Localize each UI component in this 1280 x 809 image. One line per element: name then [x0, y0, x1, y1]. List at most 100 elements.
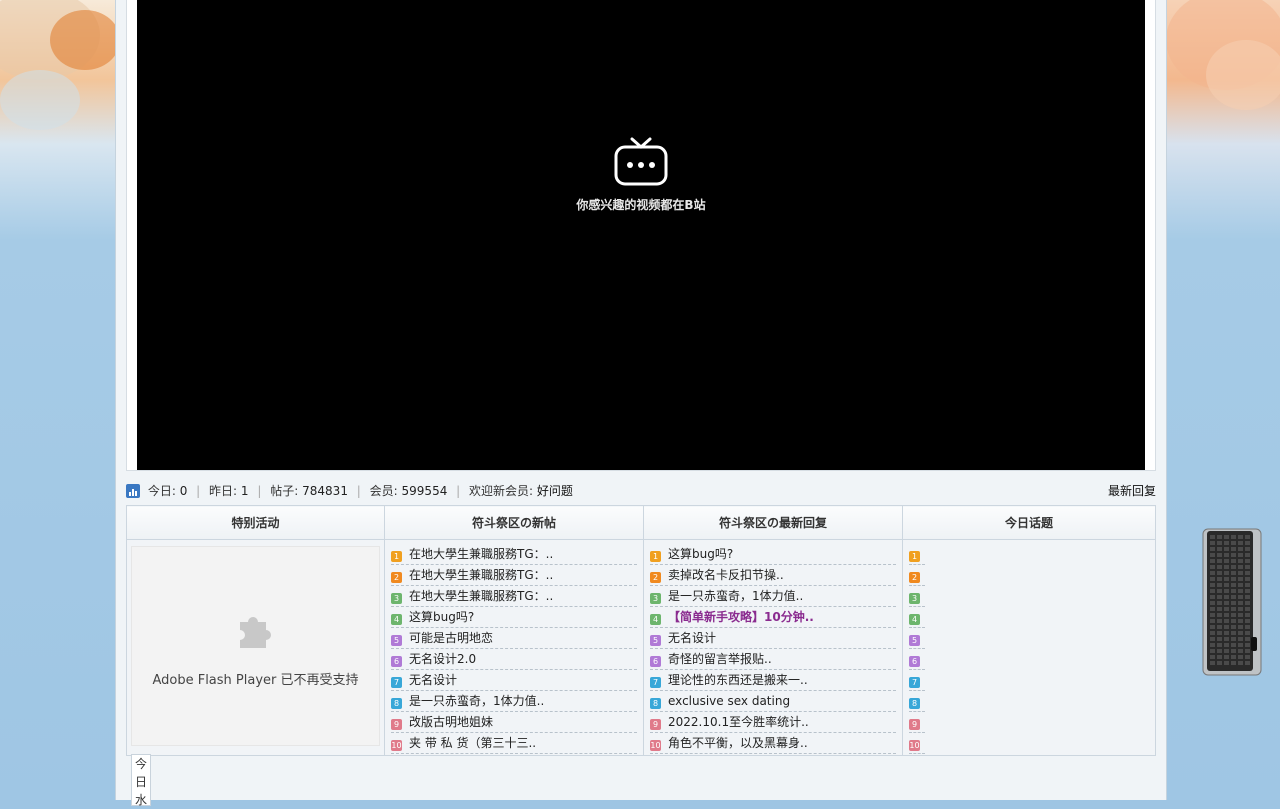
keyboard-key: [1231, 577, 1236, 581]
rank-number-icon: 1: [909, 551, 920, 562]
keyboard-key: [1224, 637, 1229, 641]
latest-reply-item[interactable]: 1 这算bug吗?: [650, 545, 896, 565]
latest-reply-item[interactable]: 9 2022.10.1至今胜率统计..: [650, 713, 896, 733]
latest-reply-item[interactable]: 7 理论性的东西还是搬来一..: [650, 671, 896, 691]
keyboard-key: [1245, 571, 1250, 575]
latest-reply-link[interactable]: 卖掉改名卡反扣节操..: [668, 568, 784, 582]
keyboard-key: [1231, 553, 1236, 557]
keyboard-key: [1210, 619, 1215, 623]
today-water-box: 今日水: [131, 754, 151, 807]
new-post-link[interactable]: 可能是古明地恋: [409, 631, 493, 645]
keyboard-key: [1217, 577, 1222, 581]
keyboard-key: [1210, 535, 1215, 539]
rank-number-icon: 5: [909, 635, 920, 646]
new-post-item[interactable]: 8 是一只赤蛮奇，1体力值..: [391, 692, 637, 712]
latest-reply-item[interactable]: 8 exclusive sex dating: [650, 692, 896, 712]
today-topic-item: 4: [909, 608, 925, 628]
keyboard-key: [1217, 613, 1222, 617]
keyboard-key: [1210, 613, 1215, 617]
keyboard-key: [1217, 541, 1222, 545]
keyboard-key: [1224, 595, 1229, 599]
keyboard-key: [1238, 661, 1243, 665]
new-post-item[interactable]: 5 可能是古明地恋: [391, 629, 637, 649]
new-post-item[interactable]: 10 夹 带 私 货（第三十三..: [391, 734, 637, 754]
latest-reply-item[interactable]: 4 【简单新手攻略】10分钟..: [650, 608, 896, 628]
keyboard-key: [1245, 661, 1250, 665]
keyboard-key: [1231, 661, 1236, 665]
latest-reply-link[interactable]: 这算bug吗?: [668, 547, 733, 561]
new-post-item[interactable]: 6 无名设计2.0: [391, 650, 637, 670]
embedded-video-player[interactable]: 你感兴趣的视频都在B站: [137, 0, 1145, 470]
keyboard-key: [1217, 595, 1222, 599]
latest-reply-link[interactable]: 是一只赤蛮奇，1体力值..: [668, 589, 803, 603]
keyboard-key: [1217, 553, 1222, 557]
keyboard-key: [1231, 601, 1236, 605]
keyboard-key: [1217, 643, 1222, 647]
keyboard-key: [1238, 577, 1243, 581]
members-count: 599554: [401, 484, 448, 498]
floating-keyboard-widget[interactable]: [1202, 527, 1262, 677]
header-today-topics: 今日话题: [902, 505, 1156, 540]
today-topic-item: 6: [909, 650, 925, 670]
new-post-item[interactable]: 9 改版古明地姐妹: [391, 713, 637, 733]
latest-reply-link[interactable]: 理论性的东西还是搬来一..: [668, 673, 808, 687]
new-post-item[interactable]: 2 在地大學生兼職服務TG：..: [391, 566, 637, 586]
rank-number-icon: 10: [909, 740, 920, 751]
video-message: 你感兴趣的视频都在B站: [576, 198, 706, 212]
keyboard-key: [1210, 565, 1215, 569]
posts-count: 784831: [302, 484, 348, 498]
latest-reply-link[interactable]: 无名设计: [668, 631, 716, 645]
keyboard-key: [1224, 655, 1229, 659]
today-topic-item: 3: [909, 587, 925, 607]
keyboard-key: [1238, 655, 1243, 659]
welcome-label: 欢迎新会员:: [469, 484, 534, 498]
new-member-link[interactable]: 好问题: [537, 484, 573, 498]
latest-reply-item[interactable]: 3 是一只赤蛮奇，1体力值..: [650, 587, 896, 607]
new-post-link[interactable]: 改版古明地姐妹: [409, 715, 493, 729]
rank-number-icon: 5: [650, 635, 661, 646]
today-topic-item: 1: [909, 545, 925, 565]
keyboard-key: [1217, 661, 1222, 665]
new-post-link[interactable]: 是一只赤蛮奇，1体力值..: [409, 694, 544, 708]
latest-reply-item[interactable]: 2 卖掉改名卡反扣节操..: [650, 566, 896, 586]
today-topic-item: 8: [909, 692, 925, 712]
keyboard-key: [1217, 637, 1222, 641]
rank-number-icon: 2: [650, 572, 661, 583]
new-post-link[interactable]: 夹 带 私 货（第三十三..: [409, 736, 536, 750]
latest-reply-link[interactable]: 奇怪的留言举报贴..: [668, 652, 772, 666]
keyboard-key: [1224, 649, 1229, 653]
keyboard-key: [1245, 565, 1250, 569]
latest-reply-item[interactable]: 5 无名设计: [650, 629, 896, 649]
keyboard-key: [1224, 565, 1229, 569]
keyboard-key: [1210, 589, 1215, 593]
plugin-puzzle-icon: [240, 617, 271, 648]
new-post-item[interactable]: 3 在地大學生兼職服務TG：..: [391, 587, 637, 607]
keyboard-key: [1238, 625, 1243, 629]
new-post-link[interactable]: 在地大學生兼職服務TG：..: [409, 589, 553, 603]
today-topics-cell: 1 2 3 4 5 6 7 8 9 10: [902, 539, 1156, 756]
latest-reply-link[interactable]: 2022.10.1至今胜率统计..: [668, 715, 809, 729]
new-post-item[interactable]: 1 在地大學生兼職服務TG：..: [391, 545, 637, 565]
latest-reply-item[interactable]: 10 角色不平衡，以及黑幕身..: [650, 734, 896, 754]
latest-reply-link[interactable]: exclusive sex dating: [668, 694, 790, 708]
new-post-link[interactable]: 无名设计2.0: [409, 652, 476, 666]
new-post-item[interactable]: 7 无名设计: [391, 671, 637, 691]
latest-reply-item[interactable]: 6 奇怪的留言举报贴..: [650, 650, 896, 670]
today-count: 0: [179, 484, 188, 498]
new-posts-cell: 1 在地大學生兼職服務TG：.. 2 在地大學生兼職服務TG：.. 3 在地大學生兼職服務…: [384, 539, 644, 756]
latest-reply-link[interactable]: 【简单新手攻略】10分钟..: [668, 610, 814, 624]
new-post-link[interactable]: 在地大學生兼職服務TG：..: [409, 568, 553, 582]
new-post-link[interactable]: 这算bug吗?: [409, 610, 474, 624]
rank-number-icon: 6: [650, 656, 661, 667]
today-topic-item: 7: [909, 671, 925, 691]
yesterday-label: 昨日:: [209, 484, 238, 498]
new-post-link[interactable]: 无名设计: [409, 673, 457, 687]
keyboard-key: [1217, 565, 1222, 569]
keyboard-key: [1238, 571, 1243, 575]
latest-reply-link[interactable]: 最新回复: [1108, 482, 1156, 500]
keyboard-key: [1217, 559, 1222, 563]
keyboard-key: [1231, 607, 1236, 611]
new-post-item[interactable]: 4 这算bug吗?: [391, 608, 637, 628]
latest-reply-link[interactable]: 角色不平衡，以及黑幕身..: [668, 736, 808, 750]
new-post-link[interactable]: 在地大學生兼職服務TG：..: [409, 547, 553, 561]
